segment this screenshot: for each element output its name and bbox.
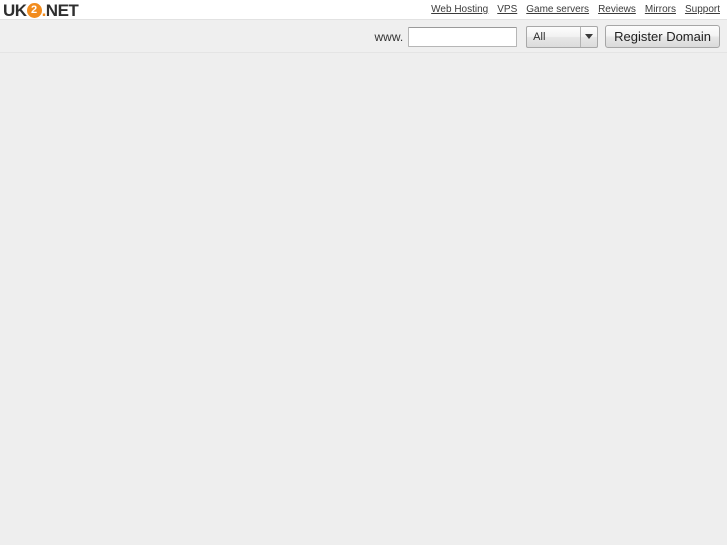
page-content-area	[0, 53, 727, 544]
logo-text-uk: UK	[3, 0, 27, 20]
site-logo[interactable]: UK 2. NET	[3, 0, 79, 20]
nav-web-hosting[interactable]: Web Hosting	[431, 3, 488, 16]
nav-mirrors[interactable]: Mirrors	[645, 3, 676, 16]
site-header: UK 2. NET Web Hosting VPS Game servers Rev…	[0, 0, 727, 20]
www-prefix-label: www.	[374, 29, 404, 44]
tld-select[interactable]: All	[526, 25, 599, 48]
logo-badge-icon: 2	[26, 2, 42, 18]
tld-select-value: All	[533, 30, 546, 43]
main-navigation: Web Hosting VPS Game servers Reviews Mir…	[431, 3, 720, 16]
domain-search-band: www. All Register Domain	[0, 20, 727, 53]
register-domain-button[interactable]: Register Domain	[605, 25, 720, 48]
chevron-down-icon[interactable]	[580, 26, 597, 47]
nav-support[interactable]: Support	[685, 3, 720, 16]
logo-text-net: NET	[45, 0, 79, 20]
domain-search-input[interactable]	[408, 26, 518, 47]
nav-game-servers[interactable]: Game servers	[526, 3, 589, 16]
domain-search-form: www. All Register Domain	[374, 25, 720, 48]
nav-reviews[interactable]: Reviews	[598, 3, 636, 16]
nav-vps[interactable]: VPS	[497, 3, 517, 16]
